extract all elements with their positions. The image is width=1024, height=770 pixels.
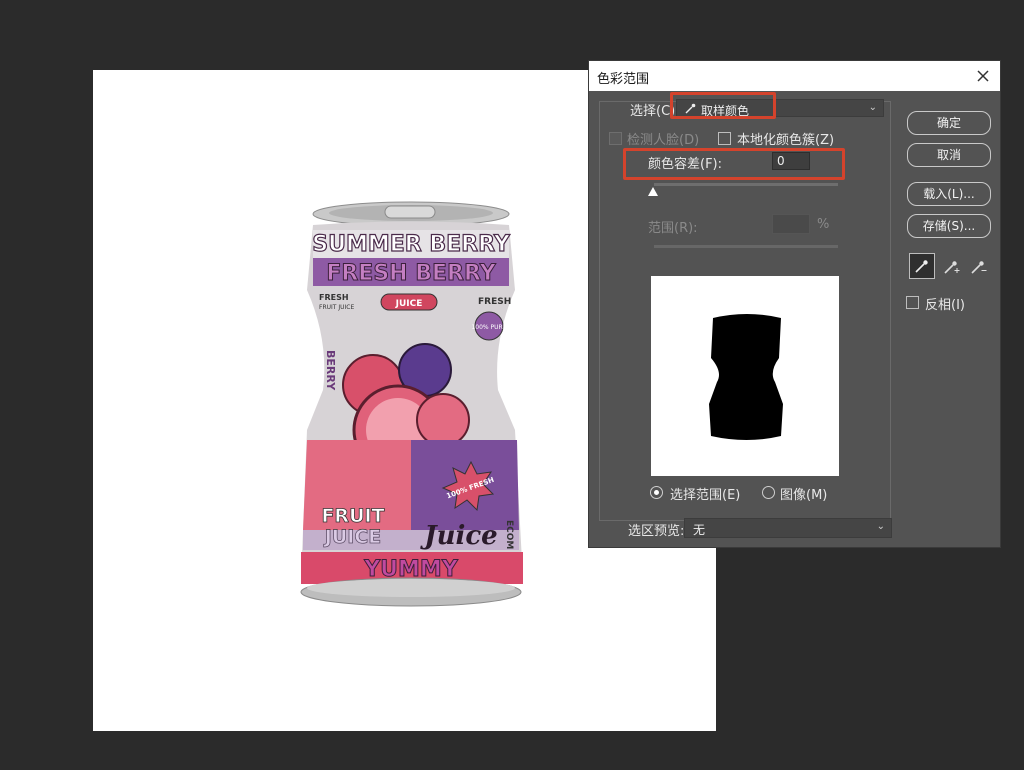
can-pure: 100% PURE bbox=[471, 324, 506, 331]
can-title-1: SUMMER BERRY bbox=[312, 232, 511, 257]
can-berry-side: BERRY bbox=[324, 350, 337, 391]
radio-selection-label: 选择范围(E) bbox=[670, 488, 741, 503]
selection-preview-dropdown[interactable]: 无 ⌄ bbox=[684, 518, 892, 538]
can-fruit: FRUIT bbox=[321, 505, 384, 527]
can-juice-script: Juice bbox=[419, 521, 497, 551]
selection-preview-value: 无 bbox=[693, 523, 706, 537]
fuzziness-highlight-box bbox=[623, 148, 845, 180]
dialog-title: 色彩范围 bbox=[597, 72, 650, 87]
juice-can-image: SUMMER BERRY FRESH BERRY FRESH FRUIT JUI… bbox=[300, 201, 523, 607]
invert-label: 反相(I) bbox=[925, 298, 965, 313]
detect-faces-checkbox[interactable] bbox=[609, 132, 622, 145]
selection-preview bbox=[651, 276, 839, 476]
dialog-titlebar[interactable]: 色彩范围 bbox=[589, 61, 1000, 91]
radio-image-label: 图像(M) bbox=[780, 488, 828, 503]
fuzziness-slider-thumb[interactable] bbox=[648, 187, 658, 196]
localized-clusters-label: 本地化颜色簇(Z) bbox=[737, 133, 835, 148]
chevron-down-icon: ⌄ bbox=[868, 102, 877, 113]
eyedropper-plus-icon bbox=[944, 261, 960, 274]
can-title-2: FRESH BERRY bbox=[326, 261, 496, 286]
ok-button[interactable]: 确定 bbox=[907, 111, 991, 135]
eyedropper-minus-icon bbox=[971, 261, 987, 274]
eyedropper-tool[interactable] bbox=[909, 253, 935, 279]
range-input[interactable] bbox=[772, 214, 810, 234]
select-highlight-box bbox=[670, 92, 776, 119]
cancel-button[interactable]: 取消 bbox=[907, 143, 991, 167]
range-slider-track[interactable] bbox=[654, 245, 838, 248]
localized-clusters-checkbox[interactable] bbox=[718, 132, 731, 145]
chevron-down-icon: ⌄ bbox=[876, 521, 885, 532]
can-side-right: ECOM bbox=[504, 520, 514, 549]
can-small-1: FRESH bbox=[319, 293, 349, 302]
save-button[interactable]: 存储(S)... bbox=[907, 214, 991, 238]
subtract-from-sample-tool[interactable] bbox=[966, 253, 990, 277]
load-button[interactable]: 载入(L)... bbox=[907, 182, 991, 206]
fuzziness-slider-track[interactable] bbox=[654, 183, 838, 186]
can-fresh-right: FRESH bbox=[478, 297, 511, 307]
eyedropper-icon bbox=[915, 260, 928, 273]
radio-selection[interactable] bbox=[650, 486, 663, 499]
add-to-sample-tool[interactable] bbox=[939, 253, 963, 277]
range-unit: % bbox=[817, 217, 830, 232]
can-small-2: FRUIT JUICE bbox=[319, 304, 354, 311]
invert-checkbox[interactable] bbox=[906, 296, 919, 309]
selection-mask-shape bbox=[709, 314, 783, 440]
radio-image[interactable] bbox=[762, 486, 775, 499]
selection-preview-label: 选区预览: bbox=[628, 524, 685, 539]
can-badge-juice: JUICE bbox=[395, 299, 423, 309]
close-icon[interactable] bbox=[972, 65, 994, 87]
detect-faces-label: 检测人脸(D) bbox=[627, 133, 700, 148]
range-label: 范围(R): bbox=[648, 221, 698, 236]
